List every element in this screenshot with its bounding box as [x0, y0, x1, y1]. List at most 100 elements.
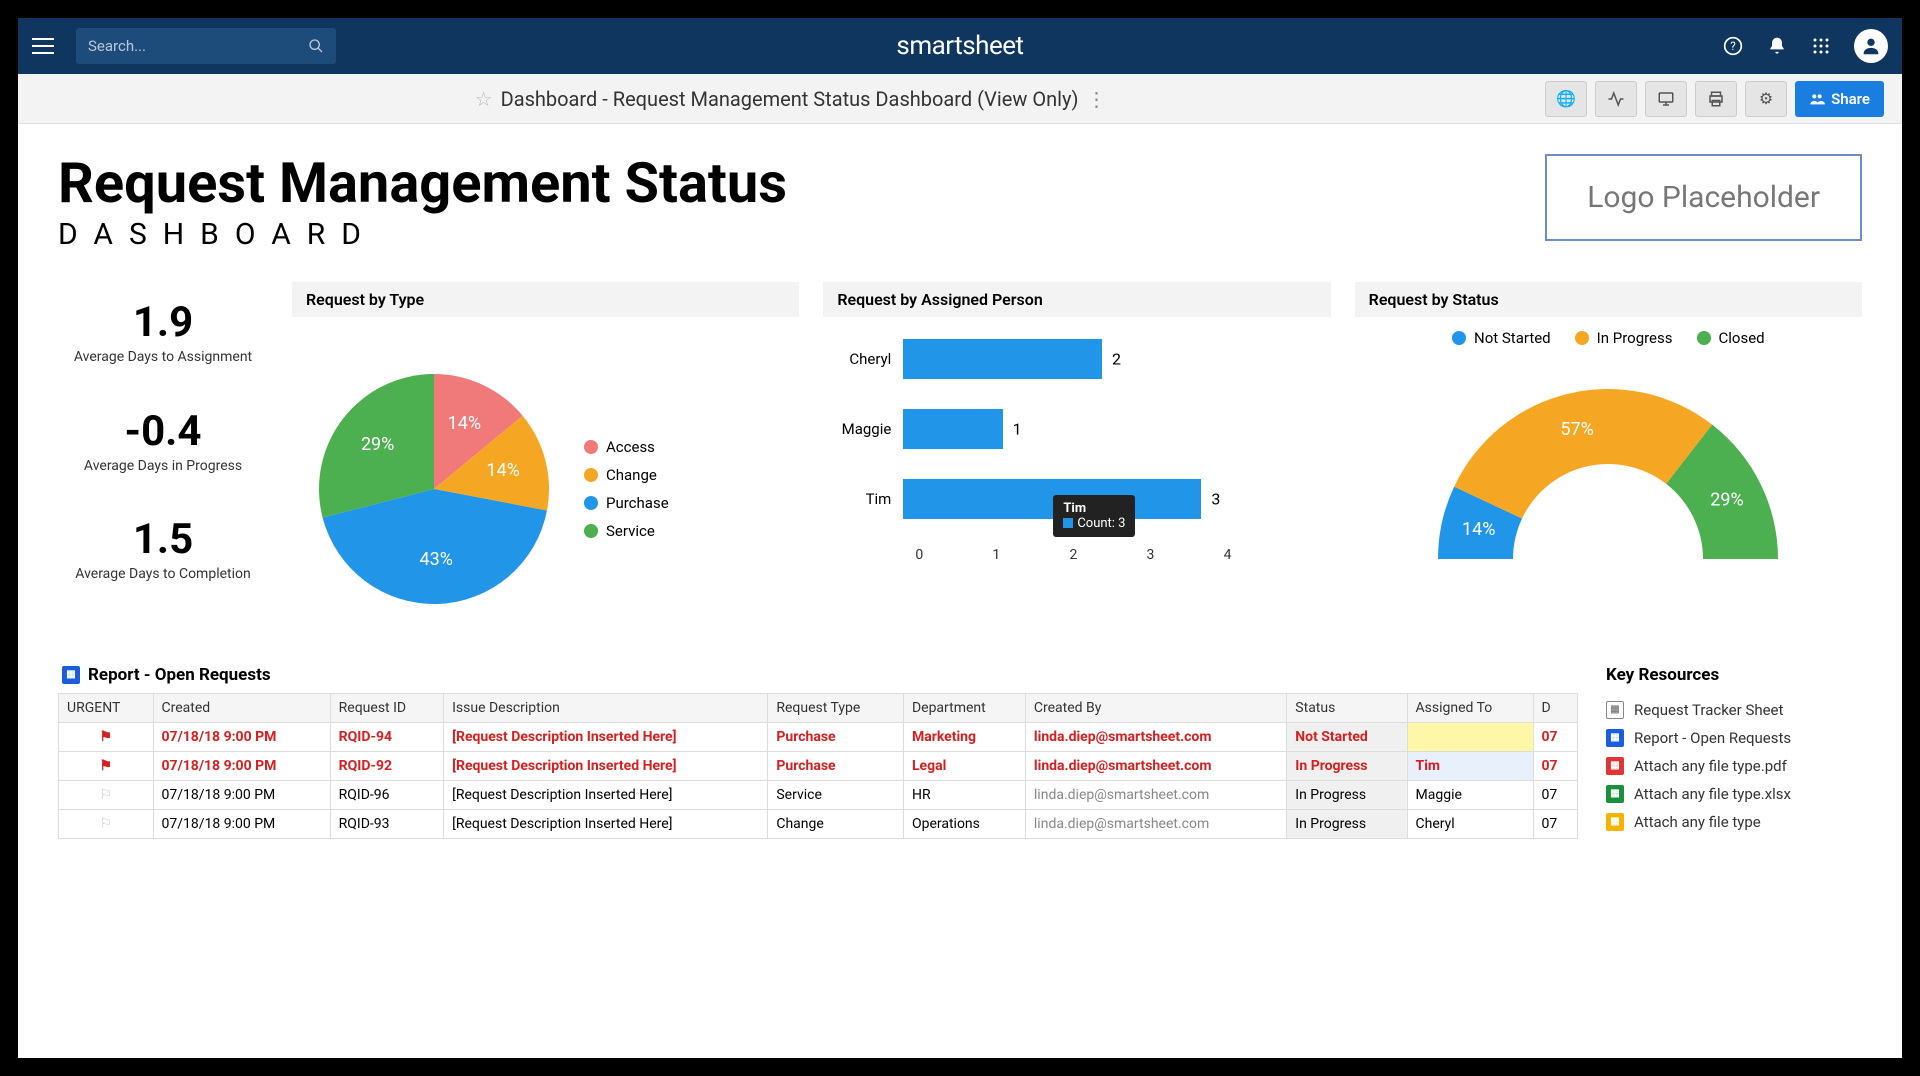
table-row[interactable]: ⚐ 07/18/18 9:00 PM RQID-93 [Request Desc… [59, 809, 1578, 838]
cell-assigned: Maggie [1407, 780, 1533, 809]
cell-created: 07/18/18 9:00 PM [153, 780, 330, 809]
file-icon: ▦ [1606, 701, 1624, 719]
resources-panel: Key Resources ▦ Request Tracker Sheet ▦ … [1602, 657, 1862, 839]
cell-desc: [Request Description Inserted Here] [444, 722, 768, 751]
bar-fill[interactable] [903, 339, 1102, 379]
menu-icon[interactable] [32, 32, 60, 60]
help-icon[interactable]: ? [1722, 35, 1744, 57]
widget-title: Request by Assigned Person [823, 282, 1330, 317]
pie-label: 14% [486, 460, 519, 481]
bar-label: Cheryl [823, 350, 903, 368]
search-box[interactable] [76, 28, 336, 64]
cell-rqid: RQID-93 [330, 809, 443, 838]
cell-created: 07/18/18 9:00 PM [153, 722, 330, 751]
kpi-column: 1.9 Average Days to Assignment -0.4 Aver… [58, 282, 268, 627]
resource-item[interactable]: ▦ Attach any file type [1606, 813, 1858, 831]
legend-item[interactable]: Not Started [1452, 329, 1551, 347]
legend-item[interactable]: Access [584, 438, 669, 456]
resource-item[interactable]: ▦ Report - Open Requests [1606, 729, 1858, 747]
present-button[interactable] [1645, 81, 1687, 117]
legend-item[interactable]: Purchase [584, 494, 669, 512]
legend-item[interactable]: Change [584, 466, 669, 484]
cell-created: 07/18/18 9:00 PM [153, 809, 330, 838]
donut-label: 57% [1561, 419, 1594, 440]
search-input[interactable] [88, 37, 308, 55]
share-label: Share [1831, 90, 1870, 108]
report-icon: ▦ [62, 666, 80, 684]
table-row[interactable]: ⚑ 07/18/18 9:00 PM RQID-94 [Request Desc… [59, 722, 1578, 751]
widget-request-by-status: Request by Status Not StartedIn Progress… [1355, 282, 1862, 627]
donut-label: 14% [1462, 519, 1495, 540]
cell-status: In Progress [1287, 809, 1407, 838]
resource-item[interactable]: ▦ Attach any file type.pdf [1606, 757, 1858, 775]
share-button[interactable]: Share [1795, 81, 1884, 117]
table-header[interactable]: Department [903, 693, 1025, 722]
cell-type: Purchase [768, 722, 904, 751]
cell-dept: Legal [903, 751, 1025, 780]
star-icon[interactable]: ☆ [475, 87, 493, 111]
legend-item[interactable]: In Progress [1575, 329, 1673, 347]
donut-slice[interactable] [1454, 389, 1712, 519]
widget-title: Request by Type [292, 282, 799, 317]
cell-assigned: Cheryl [1407, 809, 1533, 838]
pie-label: 43% [420, 549, 453, 570]
avatar[interactable] [1854, 29, 1888, 63]
kebab-icon[interactable]: ⋮ [1086, 87, 1106, 111]
grid-icon[interactable] [1810, 35, 1832, 57]
subbar: ☆ Dashboard - Request Management Status … [18, 74, 1902, 124]
table-header[interactable]: Assigned To [1407, 693, 1533, 722]
bar-value: 1 [1013, 419, 1022, 438]
table-header[interactable]: D [1533, 693, 1578, 722]
settings-button[interactable]: ⚙ [1745, 81, 1787, 117]
cell-dept: Operations [903, 809, 1025, 838]
cell-rqid: RQID-96 [330, 780, 443, 809]
resource-label: Request Tracker Sheet [1634, 701, 1783, 719]
file-icon: ▦ [1606, 785, 1624, 803]
kpi-label: Average Days to Completion [58, 566, 268, 582]
cell-d: 07 [1533, 809, 1578, 838]
urgent-flag: ⚐ [59, 780, 154, 809]
legend-item[interactable]: Closed [1697, 329, 1765, 347]
logo-placeholder: Logo Placeholder [1545, 154, 1862, 241]
resources-title: Key Resources [1602, 657, 1862, 693]
bar-fill[interactable] [903, 479, 1201, 519]
kpi: 1.5 Average Days to Completion [58, 515, 268, 582]
table-header[interactable]: Request Type [768, 693, 904, 722]
breadcrumb: Dashboard - Request Management Status Da… [501, 87, 1079, 111]
file-icon: ▦ [1606, 813, 1624, 831]
bar-fill[interactable] [903, 409, 1002, 449]
table-header[interactable]: URGENT [59, 693, 154, 722]
kpi-label: Average Days in Progress [58, 458, 268, 474]
report-panel: ▦ Report - Open Requests URGENTCreatedRe… [58, 657, 1578, 839]
table-header[interactable]: Created [153, 693, 330, 722]
search-icon [308, 38, 324, 54]
bell-icon[interactable] [1766, 35, 1788, 57]
cell-type: Service [768, 780, 904, 809]
table-header[interactable]: Issue Description [444, 693, 768, 722]
print-button[interactable] [1695, 81, 1737, 117]
globe-button[interactable]: 🌐 [1545, 81, 1587, 117]
donut-legend: Not Started In Progress Closed [1367, 329, 1850, 347]
table-header[interactable]: Created By [1025, 693, 1286, 722]
svg-text:?: ? [1730, 39, 1736, 53]
kpi-value: 1.5 [58, 515, 268, 564]
kpi: 1.9 Average Days to Assignment [58, 298, 268, 365]
pie-chart: 14%14%43%29% [304, 359, 564, 619]
resource-item[interactable]: ▦ Request Tracker Sheet [1606, 701, 1858, 719]
table-header[interactable]: Status [1287, 693, 1407, 722]
table-row[interactable]: ⚑ 07/18/18 9:00 PM RQID-92 [Request Desc… [59, 751, 1578, 780]
cell-createdby: linda.diep@smartsheet.com [1025, 780, 1286, 809]
urgent-flag: ⚐ [59, 809, 154, 838]
activity-button[interactable] [1595, 81, 1637, 117]
legend-item[interactable]: Service [584, 522, 669, 540]
resource-item[interactable]: ▦ Attach any file type.xlsx [1606, 785, 1858, 803]
topbar: smartsheet ? [18, 18, 1902, 74]
table-row[interactable]: ⚐ 07/18/18 9:00 PM RQID-96 [Request Desc… [59, 780, 1578, 809]
cell-d: 07 [1533, 722, 1578, 751]
chart-tooltip: Tim Count: 3 [1053, 495, 1135, 537]
table-header[interactable]: Request ID [330, 693, 443, 722]
resource-label: Attach any file type.pdf [1634, 757, 1787, 775]
page-subtitle: DASHBOARD [58, 217, 787, 252]
resource-label: Attach any file type.xlsx [1634, 785, 1791, 803]
kpi-label: Average Days to Assignment [58, 349, 268, 365]
